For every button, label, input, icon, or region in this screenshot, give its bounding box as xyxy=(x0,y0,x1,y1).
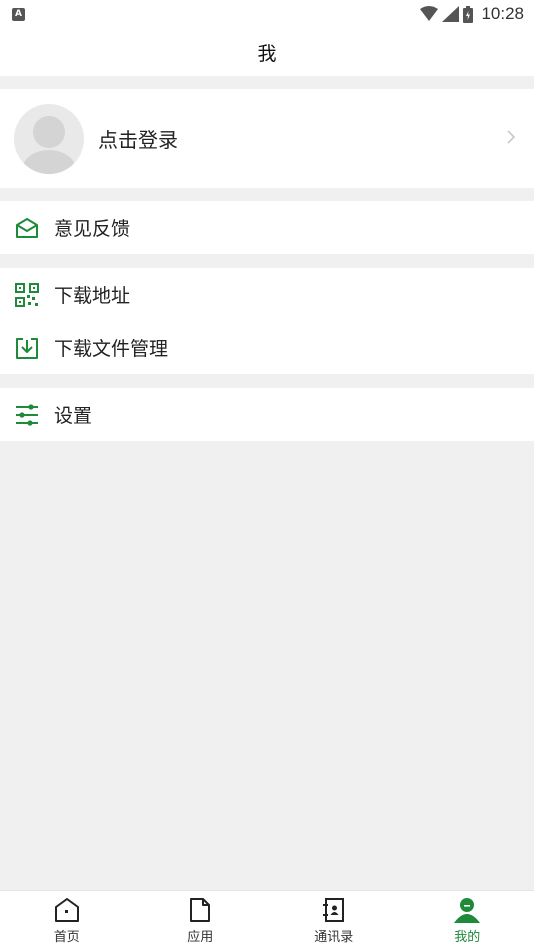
qr-code-icon xyxy=(15,282,39,307)
home-icon xyxy=(54,898,79,922)
tab-label: 首页 xyxy=(53,930,80,945)
wifi-icon xyxy=(420,6,439,21)
signal-icon xyxy=(442,6,460,22)
page-title: 我 xyxy=(257,42,277,65)
avatar-placeholder-icon xyxy=(22,115,76,174)
download-card: 下载地址 下载文件管理 xyxy=(0,268,534,374)
status-time: 10:28 xyxy=(481,4,524,23)
menu-item-download-address[interactable]: 下载地址 xyxy=(0,268,534,321)
menu-item-feedback[interactable]: 意见反馈 xyxy=(0,201,534,254)
status-right: 10:28 xyxy=(420,4,524,24)
status-bar: A 10:28 xyxy=(0,0,534,28)
file-icon xyxy=(190,898,211,922)
tab-label: 应用 xyxy=(187,930,214,945)
tab-apps[interactable]: 应用 xyxy=(134,891,268,950)
menu-item-label: 意见反馈 xyxy=(54,218,131,240)
tab-label: 我的 xyxy=(454,930,481,945)
menu-item-label: 设置 xyxy=(54,405,93,427)
menu-item-label: 下载地址 xyxy=(54,285,131,307)
status-left: A xyxy=(12,7,25,21)
avatar xyxy=(14,103,84,174)
battery-icon xyxy=(463,5,474,23)
bottom-tab-bar: 首页 应用 通讯录 我的 xyxy=(0,890,534,950)
sliders-icon xyxy=(15,403,39,427)
download-icon xyxy=(15,336,39,360)
tab-contacts[interactable]: 通讯录 xyxy=(267,891,401,950)
tab-me[interactable]: 我的 xyxy=(401,891,534,950)
tab-home[interactable]: 首页 xyxy=(0,891,134,950)
menu-item-settings[interactable]: 设置 xyxy=(0,388,534,441)
chevron-right-icon xyxy=(507,130,516,144)
notification-icon: A xyxy=(12,7,25,21)
tab-label: 通讯录 xyxy=(314,930,354,945)
menu-item-download-manager[interactable]: 下载文件管理 xyxy=(0,321,534,374)
contacts-icon xyxy=(322,898,344,922)
login-label: 点击登录 xyxy=(98,128,178,152)
menu-item-label: 下载文件管理 xyxy=(54,338,169,360)
settings-card: 设置 xyxy=(0,388,534,441)
feedback-card: 意见反馈 xyxy=(0,201,534,254)
login-card[interactable]: 点击登录 xyxy=(0,89,534,188)
envelope-icon xyxy=(15,216,39,240)
person-icon xyxy=(454,898,481,923)
title-bar: 我 xyxy=(0,28,534,76)
